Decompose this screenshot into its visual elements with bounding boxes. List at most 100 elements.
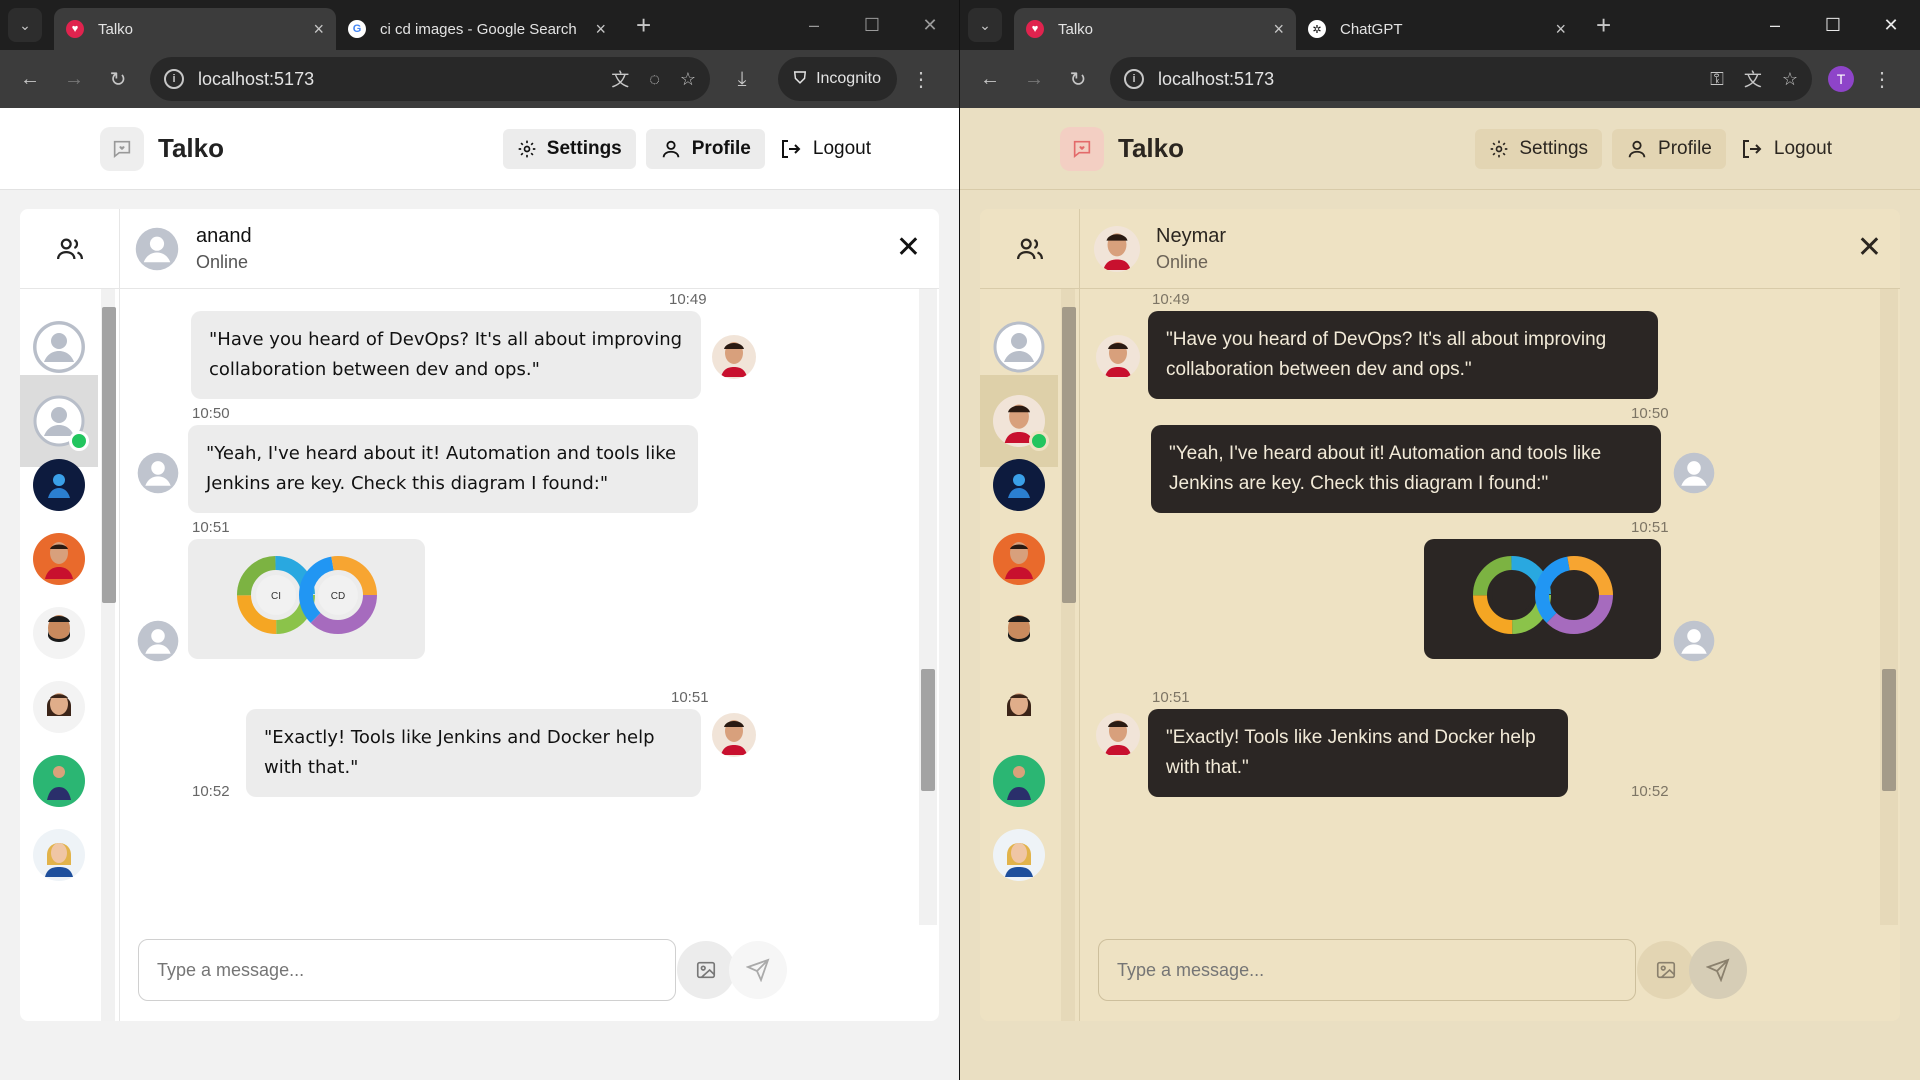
profile-button[interactable]: Profile: [645, 128, 765, 169]
close-window-icon[interactable]: ✕: [1862, 0, 1920, 50]
close-chat-icon[interactable]: ✕: [1857, 233, 1882, 263]
chat-area: Neymar Online ✕ 10:49 "Have you heard of…: [1080, 209, 1900, 1021]
download-icon[interactable]: ⤓: [724, 61, 760, 97]
contact-item[interactable]: [20, 809, 98, 901]
logout-label: Logout: [812, 137, 871, 159]
message-list: 10:49 "Have you heard of DevOps? It's al…: [120, 289, 939, 925]
tab-search-button[interactable]: ⌄: [968, 8, 1002, 42]
logout-button[interactable]: Logout: [775, 129, 875, 169]
user-icon: [662, 140, 679, 157]
address-bar[interactable]: i localhost:5173 文 ◌ ☆: [150, 57, 711, 101]
ci-cd-infinity-diagram: CI CD: [237, 556, 377, 634]
logout-button[interactable]: Logout: [1736, 129, 1836, 169]
neymar-avatar: [1096, 335, 1140, 379]
minimize-icon[interactable]: –: [1746, 0, 1804, 50]
site-info-icon[interactable]: i: [164, 69, 184, 89]
send-button[interactable]: [729, 941, 787, 999]
chat-contact-status: Online: [196, 251, 249, 272]
scrollbar-thumb[interactable]: [921, 669, 935, 791]
settings-button[interactable]: Settings: [502, 128, 636, 169]
maximize-icon[interactable]: ☐: [843, 0, 901, 50]
translate-icon[interactable]: 文: [1744, 66, 1762, 92]
close-chat-icon[interactable]: ✕: [896, 233, 921, 263]
tab-talko[interactable]: ♥ Talko ×: [1014, 8, 1296, 50]
image-message-bubble[interactable]: [1424, 539, 1661, 659]
incognito-icon: ⛉: [794, 70, 807, 87]
contact-item[interactable]: [980, 809, 1058, 901]
kebab-menu-icon[interactable]: ⋮: [1864, 61, 1900, 97]
tab-talko[interactable]: ♥ Talko ×: [54, 8, 336, 50]
gear-icon: [518, 140, 536, 157]
attach-image-button[interactable]: [677, 941, 735, 999]
forward-arrow-icon[interactable]: →: [56, 61, 92, 97]
message-input[interactable]: [138, 939, 676, 1001]
tab-chatgpt[interactable]: ✲ ChatGPT ×: [1296, 8, 1578, 50]
message-input[interactable]: [1098, 939, 1636, 1001]
message-composer: [120, 925, 939, 1021]
chat-panel: Neymar Online ✕ 10:49 "Have you heard of…: [980, 209, 1900, 1021]
brand[interactable]: Talko: [1060, 126, 1184, 171]
default-avatar-icon: [134, 225, 180, 272]
chatgpt-favicon-icon: ✲: [1308, 20, 1326, 38]
messages-scrollbar[interactable]: [919, 289, 937, 925]
neymar-avatar: [1096, 713, 1140, 757]
tab-close-icon[interactable]: ×: [313, 19, 324, 40]
eye-off-icon[interactable]: ◌: [649, 69, 660, 90]
image-message-bubble[interactable]: CI CD: [188, 539, 425, 659]
browser-toolbar: ← → ↻ i localhost:5173 文 ◌ ☆ ⤓ ⛉ Incogni…: [0, 50, 959, 108]
chat-area: anand Online ✕ 10:49 "Have you heard of …: [120, 209, 939, 1021]
users-icon: [56, 238, 83, 259]
key-icon[interactable]: ⚿: [1710, 69, 1724, 90]
svg-text:CD: CD: [331, 591, 345, 602]
profile-button[interactable]: Profile: [1612, 128, 1726, 169]
back-arrow-icon[interactable]: ←: [972, 61, 1008, 97]
browser-profile-avatar[interactable]: T: [1828, 66, 1854, 92]
send-button[interactable]: [1689, 941, 1747, 999]
navbar: Talko Settings Profile Logout: [0, 108, 959, 190]
bearded-man-avatar: [33, 607, 85, 659]
close-window-icon[interactable]: ✕: [901, 0, 959, 50]
tab-title: ci cd images - Google Search: [380, 20, 577, 38]
star-icon[interactable]: ☆: [1782, 69, 1798, 90]
default-avatar-icon: [1672, 619, 1716, 663]
tab-search-button[interactable]: ⌄: [8, 8, 42, 42]
cricketer-avatar: [993, 459, 1045, 511]
messages-scrollbar[interactable]: [1880, 289, 1898, 925]
url-text: localhost:5173: [1158, 68, 1275, 89]
tab-close-icon[interactable]: ×: [595, 19, 606, 40]
scrollbar-thumb[interactable]: [1062, 307, 1076, 603]
address-bar[interactable]: i localhost:5173 ⚿ 文 ☆: [1110, 57, 1812, 101]
attach-image-button[interactable]: [1637, 941, 1695, 999]
reload-icon[interactable]: ↻: [1060, 61, 1096, 97]
maximize-icon[interactable]: ☐: [1804, 0, 1862, 50]
translate-icon[interactable]: 文: [611, 66, 629, 92]
default-avatar-icon: [33, 321, 85, 373]
neymar-avatar: [1094, 225, 1140, 272]
back-arrow-icon[interactable]: ←: [12, 61, 48, 97]
new-tab-button[interactable]: +: [636, 10, 651, 41]
reload-icon[interactable]: ↻: [100, 61, 136, 97]
star-icon[interactable]: ☆: [680, 69, 696, 90]
tab-close-icon[interactable]: ×: [1273, 19, 1284, 40]
blonde-woman-avatar: [993, 829, 1045, 881]
brand-name: Talko: [158, 133, 224, 163]
contacts-scrollbar[interactable]: [101, 289, 116, 1021]
browser-window-right: ⌄ ♥ Talko × ✲ ChatGPT × + – ☐ ✕ ← → ↻ i …: [960, 0, 1920, 1080]
forward-arrow-icon[interactable]: →: [1016, 61, 1052, 97]
kebab-menu-icon[interactable]: ⋮: [903, 61, 939, 97]
tab-close-icon[interactable]: ×: [1555, 19, 1566, 40]
message-time: 10:51: [192, 519, 230, 536]
brand[interactable]: Talko: [100, 126, 224, 171]
contacts-scrollbar[interactable]: [1061, 289, 1076, 1021]
chat-contact-status: Online: [1156, 251, 1209, 272]
chat-header: Neymar Online ✕: [1080, 209, 1900, 289]
default-avatar-icon: [136, 619, 180, 663]
scrollbar-thumb[interactable]: [102, 307, 116, 603]
site-info-icon[interactable]: i: [1124, 69, 1144, 89]
scrollbar-thumb[interactable]: [1882, 669, 1896, 791]
settings-button[interactable]: Settings: [1475, 128, 1603, 169]
minimize-icon[interactable]: –: [785, 0, 843, 50]
new-tab-button[interactable]: +: [1596, 10, 1611, 41]
incognito-badge[interactable]: ⛉ Incognito: [778, 57, 897, 101]
tab-google-search[interactable]: G ci cd images - Google Search ×: [336, 8, 618, 50]
